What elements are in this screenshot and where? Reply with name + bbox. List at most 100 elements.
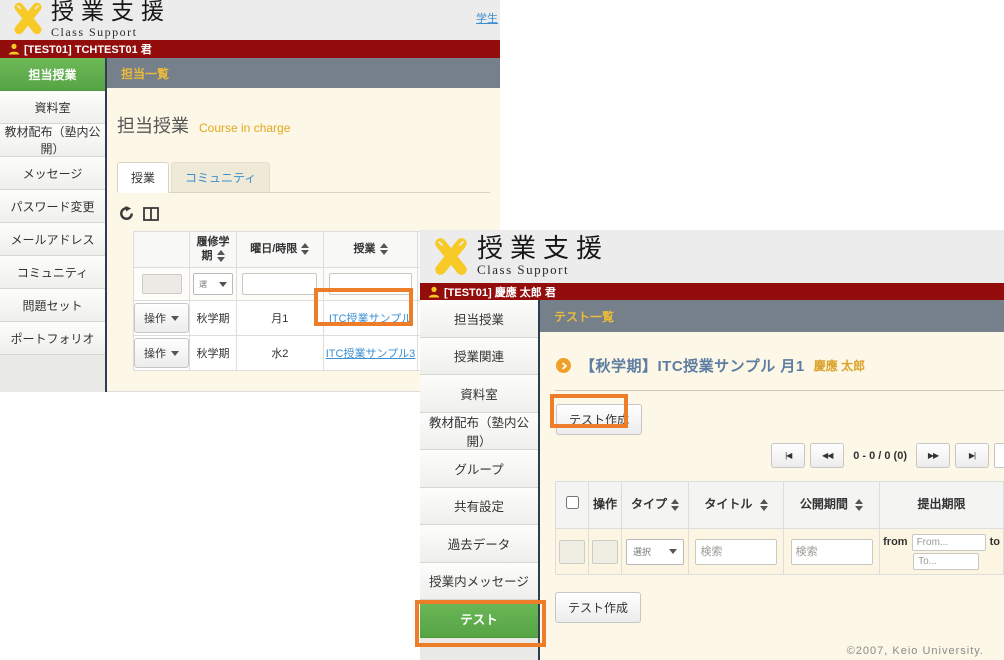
sort-icon [760, 499, 768, 511]
sidebar-item-question-set[interactable]: 問題セット [0, 289, 105, 322]
refresh-icon[interactable] [119, 206, 134, 221]
table-header-row: 操作 タイプ タイトル 公開期間 提出期限 [556, 482, 1004, 529]
app-subtitle: Class Support [51, 25, 171, 40]
page-title: 担当授業 [117, 112, 189, 138]
app-title: 授業支援 [51, 0, 171, 24]
arrow-circle-icon [556, 358, 571, 373]
last-page-button[interactable]: ▶| [955, 443, 989, 468]
caret-down-icon [669, 549, 677, 554]
sort-icon [301, 243, 309, 255]
select-all-checkbox[interactable] [566, 496, 579, 509]
first-page-button[interactable]: |◀ [771, 443, 805, 468]
sidebar-item-messages[interactable]: メッセージ [0, 157, 105, 190]
course-link[interactable]: ITC授業サンプル [329, 313, 412, 325]
app-logo: 授業支援 Class Support [420, 235, 609, 278]
user-bar: [TEST01] TCHTEST01 君 [0, 40, 500, 58]
main-content: テスト一覧 【秋学期】ITC授業サンプル 月1 慶應 太郎 テスト作成 |◀ ◀… [540, 300, 1004, 660]
caret-down-icon [171, 316, 179, 321]
next-page-button[interactable]: ▶▶ [916, 443, 950, 468]
pagination-label: 0 - 0 / 0 (0) [853, 450, 907, 462]
col-title[interactable]: タイトル [688, 482, 783, 529]
day-filter-input[interactable] [242, 273, 317, 295]
sidebar-item-library[interactable]: 資料室 [420, 375, 538, 413]
col-course[interactable]: 授業 [323, 232, 418, 268]
filter-disabled-box [142, 274, 182, 294]
sidebar-item-courses[interactable]: 担当授業 [0, 58, 105, 91]
tab-class[interactable]: 授業 [117, 162, 169, 193]
sidebar: 担当授業 授業関連 資料室 教材配布（塾内公開） グループ 共有設定 過去データ… [420, 300, 540, 660]
col-period[interactable]: 公開期間 [784, 482, 880, 529]
sort-icon [217, 250, 225, 262]
course-teacher: 慶應 太郎 [814, 357, 865, 374]
course-filter-input[interactable] [329, 273, 412, 295]
col-day-period[interactable]: 曜日/時限 [236, 232, 323, 268]
user-name: [TEST01] 慶應 太郎 君 [444, 284, 556, 300]
filter-disabled-box [559, 540, 585, 564]
col-type[interactable]: タイプ [622, 482, 689, 529]
sidebar-item-past-data[interactable]: 過去データ [420, 525, 538, 563]
page-size-box[interactable] [994, 443, 1004, 468]
student-mode-link[interactable]: 学生 [476, 10, 498, 26]
keio-x-logo-icon [430, 235, 472, 277]
breadcrumb: 担当一覧 [107, 58, 500, 88]
col-action [134, 232, 190, 268]
semester-filter-select[interactable]: 選 [193, 273, 233, 295]
due-from-input[interactable] [912, 534, 986, 551]
cell-day: 月1 [236, 301, 323, 336]
page-subtitle: Course in charge [199, 121, 290, 135]
course-heading: 【秋学期】ITC授業サンプル 月1 [580, 355, 805, 376]
to-label: to [990, 536, 1000, 548]
cell-semester: 秋学期 [190, 301, 237, 336]
filter-disabled-box [592, 540, 618, 564]
app-header: 授業支援 Class Support [420, 230, 1004, 283]
col-due: 提出期限 [880, 482, 1004, 529]
cell-semester: 秋学期 [190, 336, 237, 371]
app-header: 授業支援 Class Support 学生 [0, 0, 500, 40]
sidebar-item-class-messages[interactable]: 授業内メッセージ [420, 563, 538, 601]
sidebar-item-materials[interactable]: 教材配布（塾内公開） [420, 413, 538, 451]
due-to-input[interactable] [913, 553, 979, 570]
user-bar: [TEST01] 慶應 太郎 君 [420, 283, 1004, 300]
sort-icon [671, 499, 679, 511]
create-test-button[interactable]: テスト作成 [556, 404, 642, 435]
caret-down-icon [171, 351, 179, 356]
period-search-input[interactable] [791, 539, 873, 565]
sort-icon [380, 243, 388, 255]
title-search-input[interactable] [695, 539, 776, 565]
person-icon [8, 43, 20, 55]
course-link[interactable]: ITC授業サンプル3 [326, 348, 416, 360]
prev-page-button[interactable]: ◀◀ [810, 443, 844, 468]
type-filter-select[interactable]: 選択 [626, 539, 684, 565]
app-logo-text: 授業支援 Class Support [51, 0, 171, 39]
action-dropdown-button[interactable]: 操作 [134, 338, 189, 368]
action-dropdown-button[interactable]: 操作 [134, 303, 189, 333]
sidebar-item-community[interactable]: コミュニティ [0, 256, 105, 289]
sort-icon [855, 499, 863, 511]
person-icon [428, 286, 440, 298]
sidebar-item-password[interactable]: パスワード変更 [0, 190, 105, 223]
col-semester[interactable]: 履修学期 [190, 232, 237, 268]
app-logo-text: 授業支援 Class Support [477, 235, 609, 278]
cell-day: 水2 [236, 336, 323, 371]
sidebar-item-materials[interactable]: 教材配布（塾内公開） [0, 124, 105, 157]
app-title: 授業支援 [477, 235, 609, 262]
keio-x-logo-icon [10, 0, 46, 36]
sidebar-item-class-related[interactable]: 授業関連 [420, 338, 538, 376]
sidebar-item-portfolio[interactable]: ポートフォリオ [0, 322, 105, 355]
tab-bar: 授業 コミュニティ [117, 162, 490, 193]
columns-icon[interactable] [143, 207, 159, 221]
filter-row: 選択 from to [556, 529, 1004, 575]
caret-down-icon [219, 282, 227, 287]
window-test-list: 授業支援 Class Support [TEST01] 慶應 太郎 君 担当授業… [420, 230, 1004, 660]
sidebar-item-email[interactable]: メールアドレス [0, 223, 105, 256]
create-test-button-bottom[interactable]: テスト作成 [555, 592, 641, 623]
tab-community[interactable]: コミュニティ [171, 162, 270, 192]
sidebar-item-share-settings[interactable]: 共有設定 [420, 488, 538, 526]
sidebar-item-courses[interactable]: 担当授業 [420, 300, 538, 338]
sidebar-item-library[interactable]: 資料室 [0, 91, 105, 124]
app-logo: 授業支援 Class Support [0, 0, 171, 39]
sidebar-item-test[interactable]: テスト [420, 600, 538, 638]
user-name: [TEST01] TCHTEST01 君 [24, 41, 152, 57]
sidebar-item-group[interactable]: グループ [420, 450, 538, 488]
app-subtitle: Class Support [477, 262, 609, 278]
